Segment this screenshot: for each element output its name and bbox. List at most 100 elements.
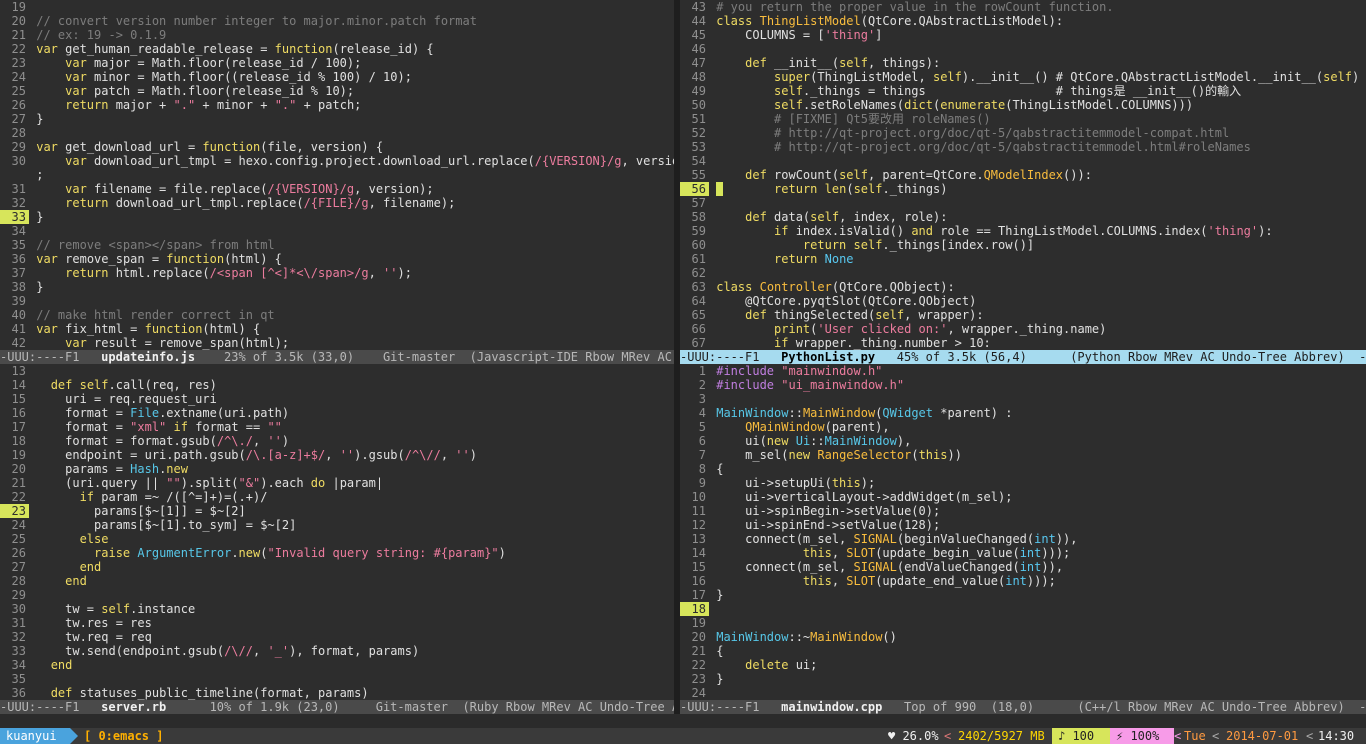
code-line[interactable]: 22 if param =~ /([^=]+)=(.+)/ <box>0 490 674 504</box>
code-line[interactable]: 64 @QtCore.pyqtSlot(QtCore.QObject) <box>680 294 1366 308</box>
code-line[interactable]: 63 class Controller(QtCore.QObject): <box>680 280 1366 294</box>
code-line[interactable]: 66 print('User clicked on:', wrapper._th… <box>680 322 1366 336</box>
code-line[interactable]: 26 return major + "." + minor + "." + pa… <box>0 98 674 112</box>
code-line[interactable]: 32 tw.req = req <box>0 630 674 644</box>
code-line[interactable]: 13 connect(m_sel, SIGNAL(beginValueChang… <box>680 532 1366 546</box>
code-line[interactable]: 24 <box>680 686 1366 700</box>
code-line[interactable]: 34 end <box>0 658 674 672</box>
code-line[interactable]: 39 <box>0 294 674 308</box>
code-line[interactable]: 50 self.setRoleNames(dict(enumerate(Thin… <box>680 98 1366 112</box>
vertical-window-divider[interactable] <box>674 0 680 714</box>
code-line[interactable]: 53 # http://qt-project.org/doc/qt-5/qabs… <box>680 140 1366 154</box>
code-line[interactable]: 1 #include "mainwindow.h" <box>680 364 1366 378</box>
code-line[interactable]: 29 <box>0 588 674 602</box>
code-line[interactable]: 14 this, SLOT(update_begin_value(int))); <box>680 546 1366 560</box>
code-line[interactable]: 36 def statuses_public_timeline(format, … <box>0 686 674 700</box>
code-line[interactable]: 34 <box>0 224 674 238</box>
editor-pane-updateinfo[interactable]: 19 20 // convert version number integer … <box>0 0 674 350</box>
code-line[interactable]: 51 # [FIXME] Qt5要改用 roleNames() <box>680 112 1366 126</box>
code-line[interactable]: 40 // make html render correct in qt <box>0 308 674 322</box>
code-line[interactable]: 23 } <box>680 672 1366 686</box>
code-line[interactable]: 59 if index.isValid() and role == ThingL… <box>680 224 1366 238</box>
code-line[interactable]: 7 m_sel(new RangeSelector(this)) <box>680 448 1366 462</box>
code-line[interactable]: 23 var major = Math.floor(release_id / 1… <box>0 56 674 70</box>
code-line[interactable]: 3 <box>680 392 1366 406</box>
code-area[interactable]: 19 20 // convert version number integer … <box>0 0 674 350</box>
code-line[interactable]: 22 var get_human_readable_release = func… <box>0 42 674 56</box>
code-line[interactable]: 6 ui(new Ui::MainWindow), <box>680 434 1366 448</box>
code-line[interactable]: 35 <box>0 672 674 686</box>
code-line[interactable]: 17 format = "xml" if format == "" <box>0 420 674 434</box>
code-line[interactable]: 67 if wrapper._thing.number > 10: <box>680 336 1366 350</box>
code-line[interactable]: 41 var fix_html = function(html) { <box>0 322 674 336</box>
code-line[interactable]: ; <box>0 168 674 182</box>
code-line[interactable]: 29 var get_download_url = function(file,… <box>0 140 674 154</box>
code-line[interactable]: 27 } <box>0 112 674 126</box>
code-line[interactable]: 9 ui->setupUi(this); <box>680 476 1366 490</box>
code-line[interactable]: 48 super(ThingListModel, self).__init__(… <box>680 70 1366 84</box>
code-line[interactable]: 56 return len(self._things) <box>680 182 1366 196</box>
editor-pane-pythonlist[interactable]: 43 # you return the proper value in the … <box>680 0 1366 350</box>
code-line[interactable]: 49 self._things = things # things是 __ini… <box>680 84 1366 98</box>
code-line[interactable]: 19 <box>680 616 1366 630</box>
code-line[interactable]: 44 class ThingListModel(QtCore.QAbstract… <box>680 14 1366 28</box>
code-line[interactable]: 20 params = Hash.new <box>0 462 674 476</box>
code-line[interactable]: 2 #include "ui_mainwindow.h" <box>680 378 1366 392</box>
code-line[interactable]: 28 <box>0 126 674 140</box>
code-line[interactable]: 30 tw = self.instance <box>0 602 674 616</box>
code-line[interactable]: 60 return self._things[index.row()] <box>680 238 1366 252</box>
code-line[interactable]: 12 ui->spinEnd->setValue(128); <box>680 518 1366 532</box>
tmux-window-tab[interactable]: [ 0:emacs ] <box>84 728 163 744</box>
code-line[interactable]: 36 var remove_span = function(html) { <box>0 252 674 266</box>
code-line[interactable]: 28 end <box>0 574 674 588</box>
code-line[interactable]: 62 <box>680 266 1366 280</box>
code-line[interactable]: 52 # http://qt-project.org/doc/qt-5/qabs… <box>680 126 1366 140</box>
code-line[interactable]: 38 } <box>0 280 674 294</box>
code-line[interactable]: 19 endpoint = uri.path.gsub(/\.[a-z]+$/,… <box>0 448 674 462</box>
code-line[interactable]: 37 return html.replace(/<span [^<]*<\/sp… <box>0 266 674 280</box>
code-line[interactable]: 20 MainWindow::~MainWindow() <box>680 630 1366 644</box>
code-line[interactable]: 58 def data(self, index, role): <box>680 210 1366 224</box>
code-line[interactable]: 8 { <box>680 462 1366 476</box>
code-line[interactable]: 11 ui->spinBegin->setValue(0); <box>680 504 1366 518</box>
code-line[interactable]: 27 end <box>0 560 674 574</box>
code-line[interactable]: 33 tw.send(endpoint.gsub(/\//, '_'), for… <box>0 644 674 658</box>
code-line[interactable]: 21 // ex: 19 -> 0.1.9 <box>0 28 674 42</box>
code-line[interactable]: 55 def rowCount(self, parent=QtCore.QMod… <box>680 168 1366 182</box>
code-line[interactable]: 16 this, SLOT(update_end_value(int))); <box>680 574 1366 588</box>
code-line[interactable]: 46 <box>680 42 1366 56</box>
editor-pane-server[interactable]: 13 14 def self.call(req, res) 15 uri = re… <box>0 364 674 700</box>
editor-pane-mainwindow[interactable]: 1 #include "mainwindow.h" 2 #include "ui_… <box>680 364 1366 700</box>
code-line[interactable]: 10 ui->verticalLayout->addWidget(m_sel); <box>680 490 1366 504</box>
code-line[interactable]: 5 QMainWindow(parent), <box>680 420 1366 434</box>
code-area[interactable]: 13 14 def self.call(req, res) 15 uri = re… <box>0 364 674 700</box>
code-line[interactable]: 54 <box>680 154 1366 168</box>
code-line[interactable]: 22 delete ui; <box>680 658 1366 672</box>
code-line[interactable]: 35 // remove <span></span> from html <box>0 238 674 252</box>
code-line[interactable]: 18 format = format.gsub(/^\./, '') <box>0 434 674 448</box>
code-line[interactable]: 16 format = File.extname(uri.path) <box>0 406 674 420</box>
code-line[interactable]: 20 // convert version number integer to … <box>0 14 674 28</box>
code-line[interactable]: 15 uri = req.request_uri <box>0 392 674 406</box>
code-line[interactable]: 15 connect(m_sel, SIGNAL(endValueChanged… <box>680 560 1366 574</box>
code-line[interactable]: 61 return None <box>680 252 1366 266</box>
code-line[interactable]: 24 var minor = Math.floor((release_id % … <box>0 70 674 84</box>
code-line[interactable]: 13 <box>0 364 674 378</box>
code-area[interactable]: 1 #include "mainwindow.h" 2 #include "ui_… <box>680 364 1366 700</box>
code-line[interactable]: 42 var result = remove_span(html); <box>0 336 674 350</box>
code-line[interactable]: 31 var filename = file.replace(/{VERSION… <box>0 182 674 196</box>
code-line[interactable]: 18 <box>680 602 1366 616</box>
code-line[interactable]: 43 # you return the proper value in the … <box>680 0 1366 14</box>
code-area[interactable]: 43 # you return the proper value in the … <box>680 0 1366 350</box>
code-line[interactable]: 17 } <box>680 588 1366 602</box>
code-line[interactable]: 24 params[$~[1].to_sym] = $~[2] <box>0 518 674 532</box>
code-line[interactable]: 47 def __init__(self, things): <box>680 56 1366 70</box>
code-line[interactable]: 32 return download_url_tmpl.replace(/{FI… <box>0 196 674 210</box>
code-line[interactable]: 23 params[$~[1]] = $~[2] <box>0 504 674 518</box>
code-line[interactable]: 26 raise ArgumentError.new("Invalid quer… <box>0 546 674 560</box>
code-line[interactable]: 65 def thingSelected(self, wrapper): <box>680 308 1366 322</box>
code-line[interactable]: 31 tw.res = res <box>0 616 674 630</box>
code-line[interactable]: 4 MainWindow::MainWindow(QWidget *parent… <box>680 406 1366 420</box>
code-line[interactable]: 45 COLUMNS = ['thing'] <box>680 28 1366 42</box>
code-line[interactable]: 25 else <box>0 532 674 546</box>
